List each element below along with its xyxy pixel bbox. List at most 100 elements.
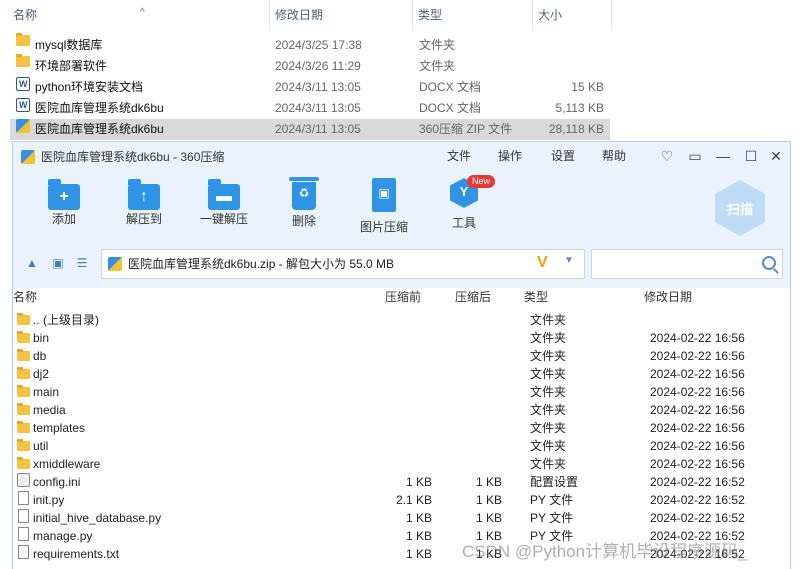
view-list-icon[interactable]: ☰ bbox=[75, 256, 89, 270]
explorer-row[interactable]: python环境安装文档 2024/3/11 13:05 DOCX 文档 15 KB bbox=[10, 74, 610, 98]
list-date: 2024-02-22 16:56 bbox=[650, 349, 745, 363]
image-compress-button[interactable]: ▣ 图片压缩 bbox=[349, 178, 419, 235]
list-date: 2024-02-22 16:56 bbox=[650, 421, 745, 435]
address-text: 医院血库管理系统dk6bu.zip - 解包大小为 55.0 MB bbox=[128, 257, 395, 271]
up-arrow-icon[interactable]: ▲ bbox=[25, 256, 39, 270]
app-icon bbox=[21, 150, 35, 164]
file-icon bbox=[18, 491, 29, 505]
list-name: xmiddleware bbox=[33, 457, 101, 471]
zip-icon bbox=[108, 257, 122, 271]
file-icon bbox=[18, 545, 29, 559]
explorer-type: 文件夹 bbox=[419, 38, 456, 52]
docx-icon bbox=[16, 74, 30, 95]
list-before: 1 KB bbox=[405, 511, 432, 525]
explorer-date: 2024/3/26 11:29 bbox=[275, 59, 361, 73]
folder-icon bbox=[17, 403, 30, 415]
explorer-row[interactable]: 医院血库管理系统dk6bu 2024/3/11 13:05 DOCX 文档 5,113… bbox=[10, 95, 610, 119]
folder-icon bbox=[17, 385, 30, 397]
column-name-label: 名称 bbox=[13, 8, 38, 22]
list-date: 2024-02-22 16:52 bbox=[650, 475, 745, 489]
list-item[interactable]: .. (上级目录) 文件夹 bbox=[13, 311, 790, 329]
list-after: 1 KB bbox=[475, 475, 502, 489]
list-item[interactable]: dj2 文件夹 2024-02-22 16:56 bbox=[13, 365, 790, 383]
skin-icon[interactable]: ♡ bbox=[659, 148, 675, 164]
list-type: 文件夹 bbox=[530, 385, 567, 399]
list-item[interactable]: main 文件夹 2024-02-22 16:56 bbox=[13, 383, 790, 401]
list-type: PY 文件 bbox=[530, 493, 574, 507]
menu-file[interactable]: 文件 bbox=[447, 142, 471, 170]
explorer-column-header: 名称 ^ 修改日期 类型 大小 bbox=[0, 0, 612, 30]
add-button[interactable]: + 添加 bbox=[29, 178, 99, 227]
list-item[interactable]: initial_hive_database.py 1 KB 1 KB PY 文件 202… bbox=[13, 509, 790, 527]
list-item[interactable]: xmiddleware 文件夹 2024-02-22 16:56 bbox=[13, 455, 790, 473]
search-icon[interactable] bbox=[762, 256, 776, 270]
explorer-row[interactable]: mysql数据库 2024/3/25 17:38 文件夹 bbox=[10, 33, 610, 56]
column-date[interactable]: 修改日期 bbox=[270, 0, 413, 30]
explorer-date: 2024/3/11 13:05 bbox=[275, 80, 361, 94]
column-type[interactable]: 类型 bbox=[413, 0, 533, 30]
minimize-icon[interactable]: — bbox=[715, 148, 731, 164]
list-name: .. (上级目录) bbox=[33, 313, 99, 327]
address-bar[interactable]: 医院血库管理系统dk6bu.zip - 解包大小为 55.0 MB V ▼ bbox=[101, 249, 585, 279]
explorer-row[interactable]: 环境部署软件 2024/3/26 11:29 文件夹 bbox=[10, 54, 610, 77]
list-item[interactable]: templates 文件夹 2024-02-22 16:56 bbox=[13, 419, 790, 437]
scan-button[interactable]: 扫描 bbox=[715, 180, 765, 236]
chevron-down-icon[interactable]: ▼ bbox=[564, 255, 574, 266]
add-icon: + bbox=[48, 179, 80, 210]
list-name: util bbox=[33, 439, 49, 453]
config-file-icon bbox=[17, 473, 30, 487]
explorer-name: python环境安装文档 bbox=[35, 80, 144, 94]
list-after: 1 KB bbox=[475, 511, 502, 525]
search-input[interactable] bbox=[591, 249, 783, 279]
list-type: 文件夹 bbox=[530, 313, 567, 327]
list-type: 文件夹 bbox=[530, 349, 567, 363]
extract-to-label: 解压到 bbox=[125, 212, 162, 226]
list-item[interactable]: db 文件夹 2024-02-22 16:56 bbox=[13, 347, 790, 365]
list-item[interactable]: init.py 2.1 KB 1 KB PY 文件 2024-02-22 16:52 bbox=[13, 491, 790, 509]
list-column-after[interactable]: 压缩后 bbox=[455, 288, 491, 306]
list-column-before[interactable]: 压缩前 bbox=[385, 288, 421, 306]
menu-help[interactable]: 帮助 bbox=[602, 142, 626, 170]
list-item[interactable]: util 文件夹 2024-02-22 16:56 bbox=[13, 437, 790, 455]
explorer-date: 2024/3/11 13:05 bbox=[275, 122, 361, 136]
docx-icon bbox=[16, 95, 30, 116]
column-size[interactable]: 大小 bbox=[533, 0, 612, 30]
list-before: 1 KB bbox=[405, 529, 432, 543]
list-item[interactable]: config.ini 1 KB 1 KB 配置设置 2024-02-22 16:52 bbox=[13, 473, 790, 491]
list-date: 2024-02-22 16:56 bbox=[650, 439, 745, 453]
list-column-name[interactable]: 名称 bbox=[13, 288, 37, 306]
folder-icon bbox=[17, 313, 30, 325]
list-item[interactable]: media 文件夹 2024-02-22 16:56 bbox=[13, 401, 790, 419]
column-name[interactable]: 名称 ^ bbox=[8, 0, 270, 30]
delete-icon: ♻ bbox=[289, 177, 319, 210]
list-name: initial_hive_database.py bbox=[33, 511, 162, 525]
sort-up-icon: ^ bbox=[140, 7, 145, 18]
list-column-date[interactable]: 修改日期 bbox=[644, 288, 692, 306]
list-name: manage.py bbox=[33, 529, 93, 543]
menu-settings[interactable]: 设置 bbox=[551, 142, 575, 170]
folder-icon bbox=[16, 33, 30, 46]
explorer-date: 2024/3/11 13:05 bbox=[275, 101, 361, 115]
one-click-extract-button[interactable]: ▬ 一键解压 bbox=[189, 178, 259, 227]
list-item[interactable]: bin 文件夹 2024-02-22 16:56 bbox=[13, 329, 790, 347]
delete-button[interactable]: ♻ 删除 bbox=[269, 177, 339, 229]
list-date: 2024-02-22 16:52 bbox=[650, 511, 745, 525]
list-date: 2024-02-22 16:56 bbox=[650, 403, 745, 417]
maximize-icon[interactable]: ☐ bbox=[743, 148, 759, 164]
explorer-row[interactable]: 医院血库管理系统dk6bu 2024/3/11 13:05 360压缩 ZIP 文件… bbox=[10, 119, 610, 140]
close-icon[interactable]: ✕ bbox=[768, 148, 784, 164]
one-click-extract-label: 一键解压 bbox=[199, 212, 248, 226]
feedback-icon[interactable]: ▭ bbox=[687, 148, 703, 164]
window-title: 医院血库管理系统dk6bu - 360压缩 bbox=[41, 150, 225, 164]
list-name: config.ini bbox=[33, 475, 81, 489]
list-before: 2.1 KB bbox=[395, 493, 432, 507]
title-bar[interactable]: 医院血库管理系统dk6bu - 360压缩 文件 操作 设置 帮助 ♡ ▭ — … bbox=[13, 142, 790, 172]
menu-action[interactable]: 操作 bbox=[498, 142, 522, 170]
list-name: media bbox=[33, 403, 66, 417]
tools-label: 工具 bbox=[451, 216, 476, 230]
view-thumbnail-icon[interactable]: ▣ bbox=[51, 256, 65, 270]
list-column-type[interactable]: 类型 bbox=[524, 288, 548, 306]
new-badge: New bbox=[467, 175, 496, 188]
file-icon bbox=[18, 509, 29, 523]
extract-to-button[interactable]: ↑ 解压到 bbox=[109, 178, 179, 227]
